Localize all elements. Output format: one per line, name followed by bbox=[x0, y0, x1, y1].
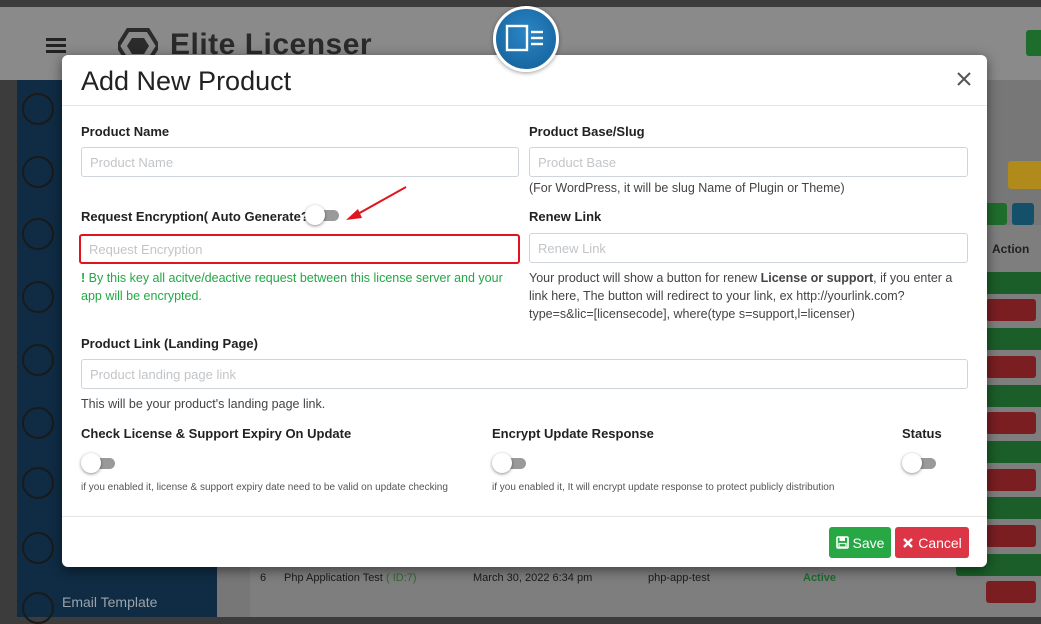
table-header-action: Action bbox=[992, 242, 1030, 256]
sidebar-products-icon[interactable] bbox=[22, 218, 54, 250]
delete-button[interactable] bbox=[986, 356, 1036, 378]
encrypt-update-help: if you enabled it, It will encrypt updat… bbox=[492, 482, 835, 493]
sidebar-award-icon[interactable] bbox=[22, 281, 54, 313]
check-license-help: if you enabled it, license & support exp… bbox=[81, 482, 448, 493]
sidebar-email-icon[interactable] bbox=[22, 592, 54, 624]
renew-help-bold: License or support bbox=[760, 271, 874, 285]
sidebar-clock-icon[interactable] bbox=[22, 532, 54, 564]
product-list-icon bbox=[505, 24, 543, 52]
cancel-icon bbox=[903, 537, 914, 548]
row-product-name[interactable]: Php Application Test bbox=[284, 572, 383, 584]
product-base-input[interactable] bbox=[529, 147, 968, 177]
expand-icon[interactable] bbox=[1012, 203, 1034, 225]
renew-link-input[interactable] bbox=[529, 233, 968, 263]
product-name-input[interactable] bbox=[81, 147, 519, 177]
delete-button[interactable] bbox=[986, 412, 1036, 434]
hamburger-menu-icon[interactable] bbox=[46, 38, 66, 54]
row-product-id: ( ID:7) bbox=[386, 572, 417, 584]
product-base-help: (For WordPress, it will be slug Name of … bbox=[529, 181, 845, 195]
sidebar-certificate-icon[interactable] bbox=[22, 344, 54, 376]
export-button[interactable] bbox=[985, 203, 1007, 225]
status-label: Status bbox=[902, 426, 942, 441]
product-badge bbox=[493, 6, 559, 72]
row-date: March 30, 2022 6:34 pm bbox=[473, 572, 593, 584]
status-toggle[interactable] bbox=[902, 453, 936, 473]
product-name-label: Product Name bbox=[81, 124, 170, 139]
cancel-label: Cancel bbox=[918, 534, 962, 551]
renew-link-label: Renew Link bbox=[529, 209, 602, 224]
annotation-arrow-icon bbox=[346, 186, 407, 220]
footer-divider bbox=[62, 516, 987, 517]
delete-button[interactable] bbox=[986, 299, 1036, 321]
check-license-toggle[interactable] bbox=[81, 453, 115, 473]
encrypt-update-toggle[interactable] bbox=[492, 453, 526, 473]
save-label: Save bbox=[852, 534, 885, 551]
product-link-input[interactable] bbox=[81, 359, 968, 389]
product-base-label: Product Base/Slug bbox=[529, 124, 645, 139]
modal-title: Add New Product bbox=[81, 66, 292, 96]
auto-generate-toggle[interactable] bbox=[305, 205, 339, 225]
encrypt-update-label: Encrypt Update Response bbox=[492, 426, 654, 441]
sidebar-license-icon[interactable] bbox=[22, 93, 54, 125]
row-number: 6 bbox=[260, 572, 267, 584]
request-encryption-label: Request Encryption( Auto Generate? bbox=[81, 209, 309, 224]
table-row: 6 Php Application Test ( ID:7) March 30,… bbox=[250, 566, 1041, 593]
header-divider bbox=[62, 105, 987, 106]
sidebar-upload-icon[interactable] bbox=[22, 407, 54, 439]
request-encryption-help-text: By this key all acitve/deactive request … bbox=[81, 271, 503, 303]
product-link-help: This will be your product's landing page… bbox=[81, 397, 326, 411]
renew-help-pre: Your product will show a button for rene… bbox=[529, 271, 761, 285]
save-icon bbox=[835, 536, 849, 549]
product-link-label: Product Link (Landing Page) bbox=[81, 336, 258, 351]
close-icon[interactable] bbox=[955, 70, 973, 88]
row-status: Active bbox=[803, 572, 837, 584]
request-encryption-help: ! By this key all acitve/deactive reques… bbox=[81, 269, 521, 305]
check-license-label: Check License & Support Expiry On Update bbox=[81, 426, 352, 441]
sidebar-item-email-template[interactable]: Email Template bbox=[62, 594, 157, 610]
delete-button[interactable] bbox=[986, 469, 1036, 491]
request-encryption-input[interactable] bbox=[79, 234, 520, 264]
sidebar-clients-icon[interactable] bbox=[22, 156, 54, 188]
sidebar-lab-icon[interactable] bbox=[22, 467, 54, 499]
add-product-modal: Add New Product Product Name Product Bas… bbox=[62, 55, 987, 567]
renew-link-help: Your product will show a button for rene… bbox=[529, 269, 969, 323]
header-action-button[interactable] bbox=[1026, 30, 1041, 56]
cancel-button[interactable]: Cancel bbox=[895, 527, 969, 558]
delete-button[interactable] bbox=[986, 525, 1036, 547]
row-slug: php-app-test bbox=[648, 572, 710, 584]
search-button[interactable] bbox=[1008, 161, 1041, 189]
save-button[interactable]: Save bbox=[829, 527, 891, 558]
